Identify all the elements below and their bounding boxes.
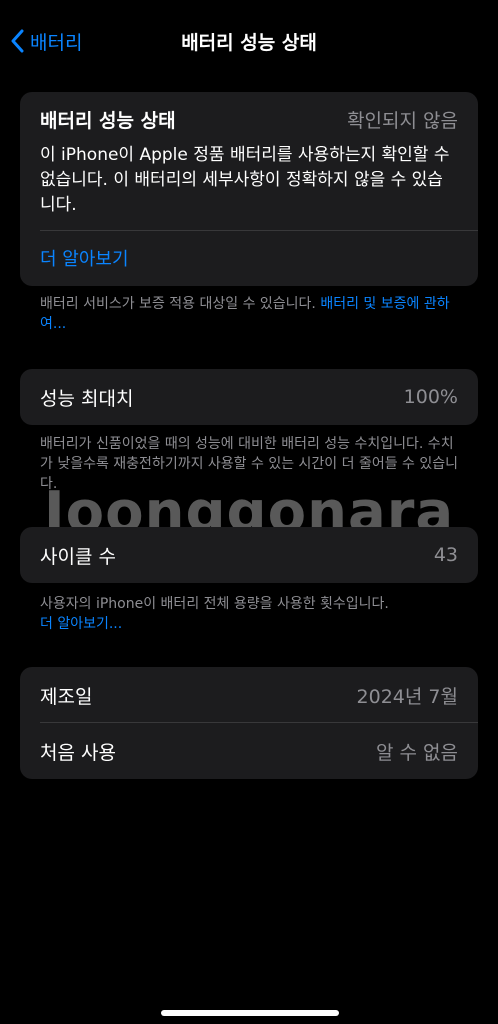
first-use-value: 알 수 없음 — [376, 741, 458, 764]
home-indicator[interactable] — [161, 1010, 339, 1016]
navigation-bar: 배터리 배터리 성능 상태 — [0, 0, 498, 84]
cycle-count-note: 사용자의 iPhone이 배터리 전체 용량을 사용한 횟수입니다. 더 알아보… — [40, 594, 460, 634]
manufacture-date-value: 2024년 7월 — [356, 685, 458, 708]
divider — [40, 230, 478, 231]
cycle-count-card: 사이클 수 43 — [20, 527, 478, 583]
service-note: 배터리 서비스가 보증 적용 대상일 수 있습니다. 배터리 및 보증에 관하여… — [40, 294, 460, 334]
cycle-count-note-text: 사용자의 iPhone이 배터리 전체 용량을 사용한 횟수입니다. — [40, 596, 389, 612]
status-header: 배터리 성능 상태 확인되지 않음 — [20, 92, 478, 133]
cycle-learn-more-link[interactable]: 더 알아보기... — [40, 614, 460, 634]
learn-more-label[interactable]: 더 알아보기 — [40, 245, 129, 271]
page-title: 배터리 성능 상태 — [181, 32, 317, 54]
max-capacity-value: 100% — [403, 386, 458, 408]
cycle-count-label: 사이클 수 — [40, 545, 116, 568]
max-capacity-card: 성능 최대치 100% — [20, 369, 478, 425]
cycle-count-value: 43 — [433, 544, 458, 566]
dates-card: 제조일 2024년 7월 처음 사용 알 수 없음 — [20, 667, 478, 779]
status-description: 이 iPhone이 Apple 정품 배터리를 사용하는지 확인할 수 없습니다… — [40, 145, 450, 215]
status-title: 배터리 성능 상태 — [40, 110, 176, 132]
first-use-label: 처음 사용 — [40, 741, 116, 764]
service-note-text: 배터리 서비스가 보증 적용 대상일 수 있습니다. — [40, 296, 321, 312]
manufacture-date-label: 제조일 — [40, 685, 93, 708]
manufacture-date-row: 제조일 2024년 7월 — [20, 667, 478, 723]
cycle-count-row: 사이클 수 43 — [20, 527, 478, 583]
max-capacity-row: 성능 최대치 100% — [20, 369, 478, 425]
max-capacity-label: 성능 최대치 — [40, 387, 134, 410]
first-use-row: 처음 사용 알 수 없음 — [20, 723, 478, 779]
battery-health-status-card: 배터리 성능 상태 확인되지 않음 이 iPhone이 Apple 정품 배터리… — [20, 92, 478, 286]
learn-more-link[interactable]: 더 알아보기 — [20, 230, 478, 286]
status-value: 확인되지 않음 — [347, 110, 458, 132]
